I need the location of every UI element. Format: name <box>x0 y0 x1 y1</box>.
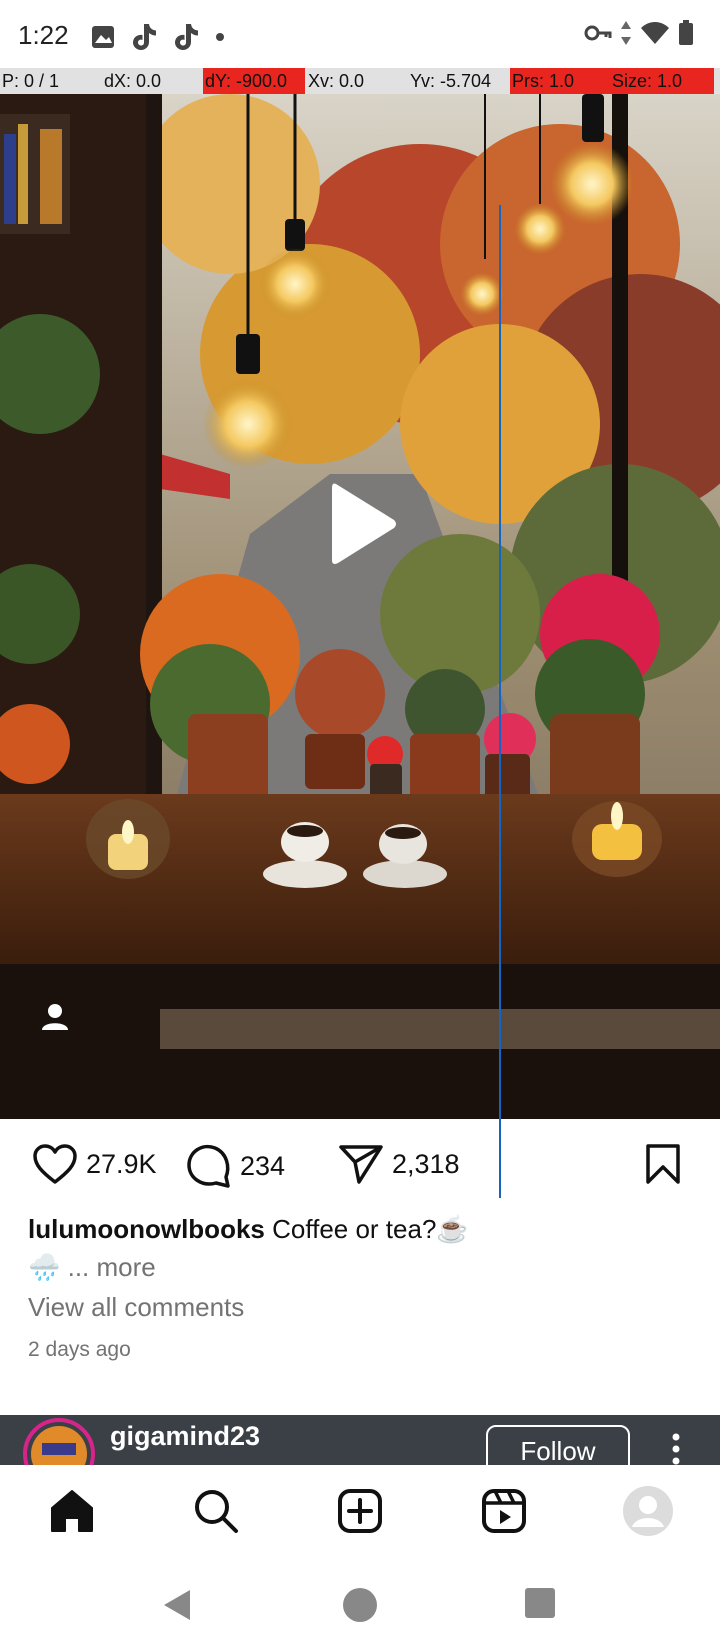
save-button[interactable] <box>644 1143 682 1185</box>
tagged-users-icon[interactable] <box>38 1000 72 1034</box>
comment-button[interactable]: 234 <box>186 1143 285 1189</box>
share-count: 2,318 <box>392 1148 460 1179</box>
status-bar: 1:22 <box>0 0 720 70</box>
nav-home[interactable] <box>46 1485 98 1537</box>
reels-icon <box>482 1489 526 1533</box>
caption-text: Coffee or tea?☕️ <box>272 1214 469 1244</box>
post-video[interactable] <box>0 94 720 1119</box>
bottom-navigation <box>0 1465 720 1555</box>
debug-dy: dY: -900.0 <box>203 68 305 94</box>
next-post-avatar[interactable] <box>22 1417 96 1465</box>
more-notifications-dot-icon <box>216 33 224 41</box>
like-button[interactable]: 27.9K <box>32 1143 157 1185</box>
send-icon <box>339 1145 383 1184</box>
debug-pressure: Prs: 1.0 <box>510 68 610 94</box>
post-actions: 27.9K 234 2,318 <box>0 1119 720 1219</box>
nav-search[interactable] <box>190 1485 242 1537</box>
nav-create[interactable] <box>334 1485 386 1537</box>
debug-pointer-count: P: 0 / 1 <box>2 71 60 91</box>
system-navigation-bar <box>0 1555 720 1650</box>
debug-dx: dX: 0.0 <box>104 71 162 91</box>
next-post-header: gigamind23 Follow <box>0 1415 720 1465</box>
search-icon <box>195 1490 238 1533</box>
system-status-icons <box>584 20 694 46</box>
post-timestamp: 2 days ago <box>28 1338 131 1361</box>
pointer-location-overlay: P: 0 / 1 dX: 0.0 dY: -900.0 Xv: 0.0 Yv: … <box>0 68 720 94</box>
next-post-username[interactable]: gigamind23 <box>110 1421 260 1452</box>
notification-icons <box>90 22 226 52</box>
wifi-icon <box>641 22 669 44</box>
debug-xv: Xv: 0.0 <box>308 71 365 91</box>
more-link[interactable]: ... more <box>68 1252 156 1282</box>
caption-emoji-line: 🌧️ <box>28 1252 61 1282</box>
post-caption: lulumoonowlbooks Coffee or tea?☕️ 🌧️ ...… <box>28 1210 688 1286</box>
comment-icon <box>187 1144 230 1188</box>
comment-count: 234 <box>240 1150 286 1181</box>
home-icon <box>51 1490 93 1532</box>
nav-reels[interactable] <box>478 1485 530 1537</box>
tiktok-notification-icon-2 <box>175 24 198 50</box>
play-icon[interactable] <box>330 480 398 568</box>
gallery-notification-icon <box>92 26 114 48</box>
create-icon <box>338 1489 382 1533</box>
debug-size: Size: 1.0 <box>610 68 714 94</box>
like-count: 27.9K <box>86 1148 157 1179</box>
touch-trace-line <box>499 205 501 1198</box>
bookmark-icon <box>646 1144 680 1184</box>
follow-button[interactable]: Follow <box>486 1425 630 1465</box>
home-circle-icon[interactable] <box>342 1587 378 1623</box>
share-button[interactable]: 2,318 <box>338 1143 460 1185</box>
tiktok-notification-icon <box>133 24 156 50</box>
recents-icon[interactable] <box>524 1587 556 1619</box>
cafe-window-scene-image <box>0 94 720 1119</box>
nav-profile[interactable] <box>622 1485 674 1537</box>
caption-username[interactable]: lulumoonowlbooks <box>28 1214 265 1244</box>
heart-icon <box>33 1144 77 1184</box>
status-time: 1:22 <box>18 20 69 50</box>
profile-icon <box>623 1486 673 1536</box>
data-arrows-icon <box>621 21 631 45</box>
more-options-icon[interactable] <box>670 1431 682 1465</box>
debug-yv: Yv: -5.704 <box>410 71 492 91</box>
vpn-key-icon <box>584 25 612 41</box>
view-all-comments-link[interactable]: View all comments <box>28 1292 244 1323</box>
battery-icon <box>679 20 693 45</box>
back-icon[interactable] <box>160 1587 196 1623</box>
